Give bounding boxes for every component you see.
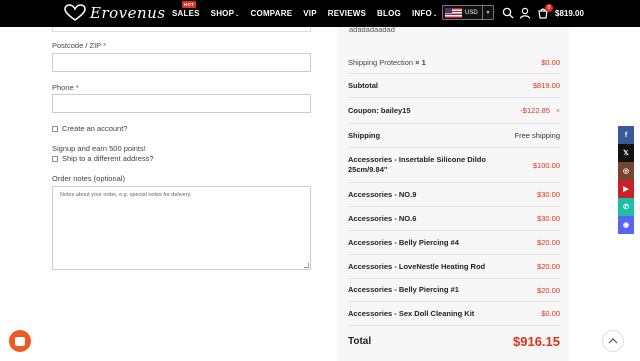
create-account-label: Create an account? — [62, 124, 128, 133]
total-value: $916.15 — [513, 333, 560, 349]
list-item: Accessories - NO.9 $30.00 — [348, 183, 560, 207]
nav-reviews[interactable]: REVIEWS — [328, 9, 366, 18]
item-name: Accessories - NO.9 — [348, 189, 417, 199]
coupon-row: Coupon: bailey15 -$122.85 × — [348, 98, 560, 124]
list-item: Accessories - Belly Piercing #4 $20.00 — [348, 231, 560, 255]
item-price: $30.00 — [537, 190, 560, 199]
subtotal-value: $819.00 — [532, 81, 560, 90]
nav-info[interactable]: INFO⌄ — [412, 9, 437, 18]
item-name: Accessories - Belly Piercing #4 — [348, 237, 459, 247]
nav-blog[interactable]: BLOG — [377, 9, 401, 18]
scroll-to-top-button[interactable] — [602, 330, 624, 352]
user-account-icon[interactable] — [519, 7, 531, 19]
resize-handle[interactable] — [304, 263, 309, 268]
hot-badge: HOT — [182, 1, 197, 8]
remove-coupon-icon[interactable]: × — [556, 108, 560, 115]
site-header: Erovenus SALES HOT SHOP⌄ COMPARE VIP REV… — [0, 0, 640, 27]
list-item: Accessories - Sex Doll Cleaning Kit $0.0… — [348, 302, 560, 326]
shipping-protection-label: Shipping Protection — [348, 58, 414, 67]
ship-different-label: Ship to a different address? — [62, 154, 154, 163]
logo-text: Erovenus — [90, 4, 166, 22]
youtube-icon[interactable]: ▶ — [618, 180, 634, 198]
order-notes-label: Order notes (optional) — [52, 174, 125, 183]
item-name: Accessories - LoveNestle Heating Rod — [348, 261, 486, 271]
main-nav: SALES HOT SHOP⌄ COMPARE VIP REVIEWS BLOG… — [172, 1, 448, 18]
item-price: $100.00 — [532, 160, 560, 170]
cart-total[interactable]: $819.00 — [555, 9, 584, 18]
signup-points-text: Signup and earn 500 points! — [52, 144, 146, 153]
item-name: Accessories - Insertable Silicone Dildo … — [348, 155, 486, 174]
chevron-up-icon — [608, 338, 618, 344]
order-notes-placeholder: Notes about your order, e.g. special not… — [60, 192, 192, 198]
nav-shop[interactable]: SHOP⌄ — [211, 9, 240, 18]
item-name: Accessories - NO.6 — [348, 213, 417, 223]
nav-info-label: INFO — [411, 9, 432, 18]
required-mark: * — [103, 41, 107, 50]
nav-vip[interactable]: VIP — [303, 9, 317, 18]
postcode-label-text: Postcode / ZIP — [52, 41, 102, 50]
currency-selector[interactable]: USD ▼ — [442, 5, 494, 20]
postcode-label: Postcode / ZIP * — [52, 41, 106, 50]
shipping-value: Free shipping — [514, 131, 560, 140]
cart-count-badge: 0 — [545, 4, 553, 12]
item-price: $0.00 — [541, 309, 560, 318]
previous-field-input[interactable] — [52, 27, 311, 32]
currency-label: USD — [465, 9, 478, 16]
phone-label: Phone * — [52, 83, 79, 92]
order-notes-textarea[interactable]: Notes about your order, e.g. special not… — [52, 186, 311, 270]
chevron-down-icon: ▼ — [482, 6, 493, 19]
chat-button[interactable] — [9, 330, 31, 352]
phone-label-text: Phone — [52, 83, 74, 92]
list-item: Accessories - LoveNestle Heating Rod $20… — [348, 255, 560, 279]
subtotal-row: Subtotal $819.00 — [348, 74, 560, 98]
list-item: Accessories - Belly Piercing #1 $20.00 — [348, 279, 560, 302]
shipping-row: Shipping Free shipping — [348, 124, 560, 148]
nav-sales[interactable]: SALES HOT — [172, 1, 200, 18]
nav-shop-label: SHOP — [210, 9, 235, 18]
instagram-icon[interactable]: ◎ — [618, 162, 634, 180]
phone-input[interactable] — [52, 94, 311, 113]
chevron-down-icon: ⌄ — [432, 12, 438, 18]
chat-icon — [15, 336, 25, 346]
item-price: $20.00 — [537, 238, 560, 247]
x-icon[interactable]: 𝕏 — [618, 144, 634, 162]
item-price: $20.00 — [537, 262, 560, 271]
coupon-value: -$122.85 — [520, 106, 550, 115]
discord-icon[interactable]: ◉ — [618, 216, 634, 234]
us-flag-icon — [445, 7, 462, 18]
search-icon[interactable] — [502, 7, 514, 19]
social-share-bar: f 𝕏 ◎ ▶ ✆ ◉ — [618, 126, 634, 234]
create-account-row[interactable]: Create an account? — [52, 124, 127, 133]
shipping-protection-qty: × 1 — [415, 58, 426, 67]
total-row: Total $916.15 — [348, 326, 560, 356]
nav-compare[interactable]: COMPARE — [251, 9, 293, 18]
whatsapp-icon[interactable]: ✆ — [618, 198, 634, 216]
item-name: Accessories - Sex Doll Cleaning Kit — [348, 308, 475, 318]
item-price: $30.00 — [537, 214, 560, 223]
required-mark: * — [75, 83, 79, 92]
heart-logo-icon — [64, 4, 86, 21]
nav-sales-label: SALES — [172, 9, 200, 18]
postcode-input[interactable] — [52, 53, 311, 72]
address-text: adadadaadad — [349, 25, 395, 34]
facebook-icon[interactable]: f — [618, 126, 634, 144]
list-item: Accessories - Insertable Silicone Dildo … — [348, 148, 560, 183]
ship-different-row[interactable]: Ship to a different address? — [52, 154, 154, 163]
ship-different-checkbox[interactable] — [52, 155, 58, 162]
create-account-checkbox[interactable] — [52, 125, 58, 132]
shipping-label: Shipping — [348, 131, 381, 140]
item-price: $20.00 — [537, 285, 560, 295]
site-logo[interactable]: Erovenus — [64, 4, 166, 22]
shipping-protection-row: Shipping Protection × 1 $0.00 — [348, 52, 560, 74]
coupon-label: Coupon: bailey15 — [348, 106, 411, 115]
item-name: Accessories - Belly Piercing #1 — [348, 285, 459, 294]
subtotal-label: Subtotal — [348, 81, 378, 90]
list-item: Accessories - NO.6 $30.00 — [348, 207, 560, 231]
shipping-protection-value: $0.00 — [541, 58, 560, 67]
chevron-down-icon: ⌄ — [235, 12, 240, 18]
total-label: Total — [348, 335, 372, 347]
